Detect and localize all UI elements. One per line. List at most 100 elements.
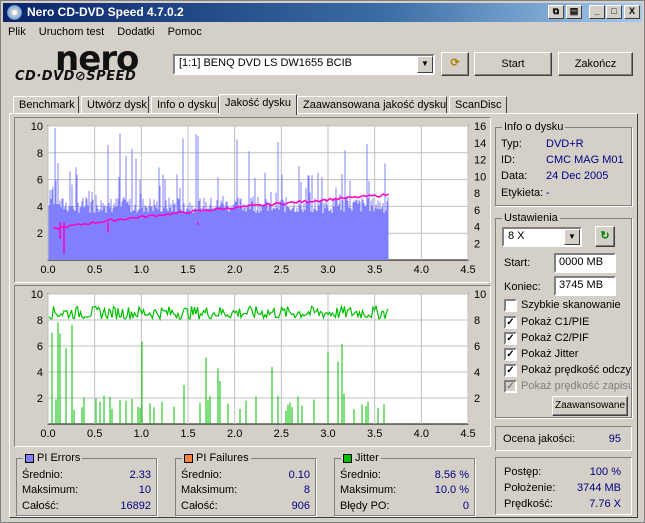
pi-errors-max-label: Maksimum:: [22, 484, 79, 496]
pi-errors-group: PI Errors Średnio: 2.33 Maksimum: 10 Cał…: [16, 452, 157, 516]
disc-id-value: CMC MAG M01: [546, 154, 624, 166]
y-right-tick-label: 4: [474, 367, 480, 379]
x-tick-label: 3.5: [367, 428, 382, 440]
speed-select[interactable]: 8 X ▼: [502, 227, 582, 247]
x-tick-label: 0.5: [87, 264, 102, 276]
x-tick-label: 3.0: [320, 428, 335, 440]
tab-benchmark[interactable]: Benchmark: [13, 96, 79, 114]
end-input[interactable]: 3745 MB: [554, 276, 616, 296]
y-right-tick-label: 14: [474, 138, 486, 150]
show-jitter-label: Pokaż Jitter: [521, 348, 579, 360]
y-right-tick-label: 2: [474, 238, 480, 250]
show-pif-checkbox[interactable]: ✓: [504, 332, 517, 345]
y-left-tick-label: 10: [31, 289, 43, 301]
show-jitter-checkbox[interactable]: ✓: [504, 348, 517, 361]
x-tick-label: 4.5: [460, 264, 475, 276]
y-right-tick-label: 10: [474, 289, 486, 301]
y-right-tick-label: 8: [474, 188, 480, 200]
menu-file[interactable]: Plik: [3, 23, 31, 41]
show-pie-checkbox[interactable]: ✓: [504, 316, 517, 329]
jitter-max-value: 10.0 %: [434, 484, 469, 496]
drive-select-value: [1:1] BENQ DVD LS DW1655 BCIB: [179, 57, 353, 69]
settings-group: Ustawienia 8 X ▼ ↻ Start: 0000 MB Koniec…: [495, 212, 632, 418]
advanced-button[interactable]: Zaawansowane: [552, 396, 628, 416]
show-pif-label: Pokaż C2/PIF: [521, 332, 589, 344]
x-tick-label: 3.0: [320, 264, 335, 276]
pie-chart-frame: 0.0 0.5 1.0 1.5 2.0 2.5 3.0 3.5 4.0 4.5 2 4 6 8 10 2 4 6 8…: [14, 117, 491, 283]
menu-help[interactable]: Pomoc: [163, 23, 207, 41]
y-left-tick-label: 4: [37, 201, 43, 213]
chevron-down-icon[interactable]: ▼: [564, 229, 580, 245]
x-tick-label: 4.0: [414, 264, 429, 276]
disc-date-label: Data:: [501, 170, 528, 182]
tab-disc-info[interactable]: Info o dysku: [151, 96, 219, 114]
disc-type-label: Typ:: [501, 138, 522, 150]
pi-errors-legend-swatch: [25, 453, 34, 463]
x-tick-label: 1.0: [134, 264, 149, 276]
tab-disc-quality[interactable]: Jakość dysku: [219, 94, 297, 115]
logo-subtitle: CD·DVD⊘SPEED: [15, 69, 137, 84]
pi-failures-title: PI Failures: [182, 452, 251, 464]
x-tick-label: 2.5: [274, 428, 289, 440]
x-tick-label: 1.0: [134, 428, 149, 440]
start-input[interactable]: 0000 MB: [554, 253, 616, 273]
y-left-tick-label: 2: [37, 393, 43, 405]
quick-scan-checkbox[interactable]: [504, 299, 517, 312]
quick-scan-label: Szybkie skanowanie: [521, 299, 621, 311]
pi-errors-max-value: 10: [138, 484, 151, 496]
disc-info-title: Info o dysku: [502, 121, 566, 133]
pi-failures-avg-value: 0.10: [288, 469, 310, 481]
disc-date-value: 24 Dec 2005: [546, 170, 609, 182]
y-right-tick-label: 4: [474, 222, 480, 234]
speed-value: 7.76 X: [589, 498, 621, 510]
app-window: Nero CD-DVD Speed 4.7.0.2 ⧉ ▤ _ □ X Plik…: [0, 0, 645, 523]
refresh-icon[interactable]: ↻: [595, 226, 615, 247]
jitter-avg-value: 8.56 %: [434, 469, 469, 481]
x-tick-label: 1.5: [180, 428, 195, 440]
jitter-legend-swatch: [343, 453, 352, 463]
speed-select-value: 8 X: [508, 230, 525, 242]
tab-create-disc[interactable]: Utwórz dysk: [81, 96, 149, 114]
show-read-speed-checkbox[interactable]: ✓: [504, 364, 517, 377]
x-tick-label: 2.0: [227, 264, 242, 276]
save-icon[interactable]: ▤: [566, 5, 582, 19]
refresh-drive-button[interactable]: ⟳: [441, 52, 469, 76]
start-button[interactable]: Start: [474, 52, 552, 76]
close-button[interactable]: X: [624, 5, 640, 19]
settings-title: Ustawienia: [502, 212, 560, 224]
jitter-group: Jitter Średnio: 8.56 % Maksimum: 10.0 % …: [334, 452, 475, 516]
y-left-tick-label: 8: [37, 148, 43, 160]
end-button[interactable]: Zakończ: [558, 52, 633, 76]
drive-select[interactable]: [1:1] BENQ DVD LS DW1655 BCIB ▼: [173, 54, 435, 75]
jitter-title-text: Jitter: [355, 452, 379, 464]
pif-jitter-chart-frame: 0.0 0.5 1.0 1.5 2.0 2.5 3.0 3.5 4.0 4.5 2 4 6 8 10 2 4 6 8…: [14, 285, 491, 447]
y-left-tick-label: 6: [37, 341, 43, 353]
maximize-button[interactable]: □: [606, 5, 622, 19]
y-right-tick-label: 8: [474, 315, 480, 327]
disc-id-label: ID:: [501, 154, 516, 166]
nero-logo: nero CD·DVD⊘SPEED: [15, 39, 165, 85]
y-right-tick-label: 6: [474, 205, 480, 217]
end-label: Koniec:: [504, 281, 541, 293]
window-title: Nero CD-DVD Speed 4.7.0.2: [27, 5, 184, 19]
progress-label: Postęp:: [504, 466, 542, 478]
x-tick-label: 4.5: [460, 428, 475, 440]
pi-errors-avg-label: Średnio:: [22, 469, 63, 481]
tab-scandisc[interactable]: ScanDisc: [449, 96, 507, 114]
y-right-tick-label: 12: [474, 155, 486, 167]
pi-failures-total-value: 906: [291, 500, 310, 512]
show-write-speed-label: Pokaż prędkość zapisu: [521, 380, 631, 392]
pi-errors-title: PI Errors: [23, 452, 83, 464]
minimize-button[interactable]: _: [589, 5, 605, 19]
tab-advanced-quality[interactable]: Zaawansowana jakość dysku: [297, 96, 447, 114]
y-right-tick-label: 16: [474, 121, 486, 133]
y-right-tick-label: 6: [474, 341, 480, 353]
show-write-speed-checkbox: ✓: [504, 380, 517, 393]
quality-label: Ocena jakości:: [503, 433, 576, 445]
copy-icon[interactable]: ⧉: [548, 5, 564, 19]
position-value: 3744 MB: [576, 482, 621, 494]
jitter-max-label: Maksimum:: [340, 484, 397, 496]
chevron-down-icon[interactable]: ▼: [417, 56, 433, 73]
pie-chart: 0.0 0.5 1.0 1.5 2.0 2.5 3.0 3.5 4.0 4.5 2 4 6 8 10 2 4 6 8…: [31, 121, 487, 276]
pi-failures-legend-swatch: [184, 453, 193, 463]
